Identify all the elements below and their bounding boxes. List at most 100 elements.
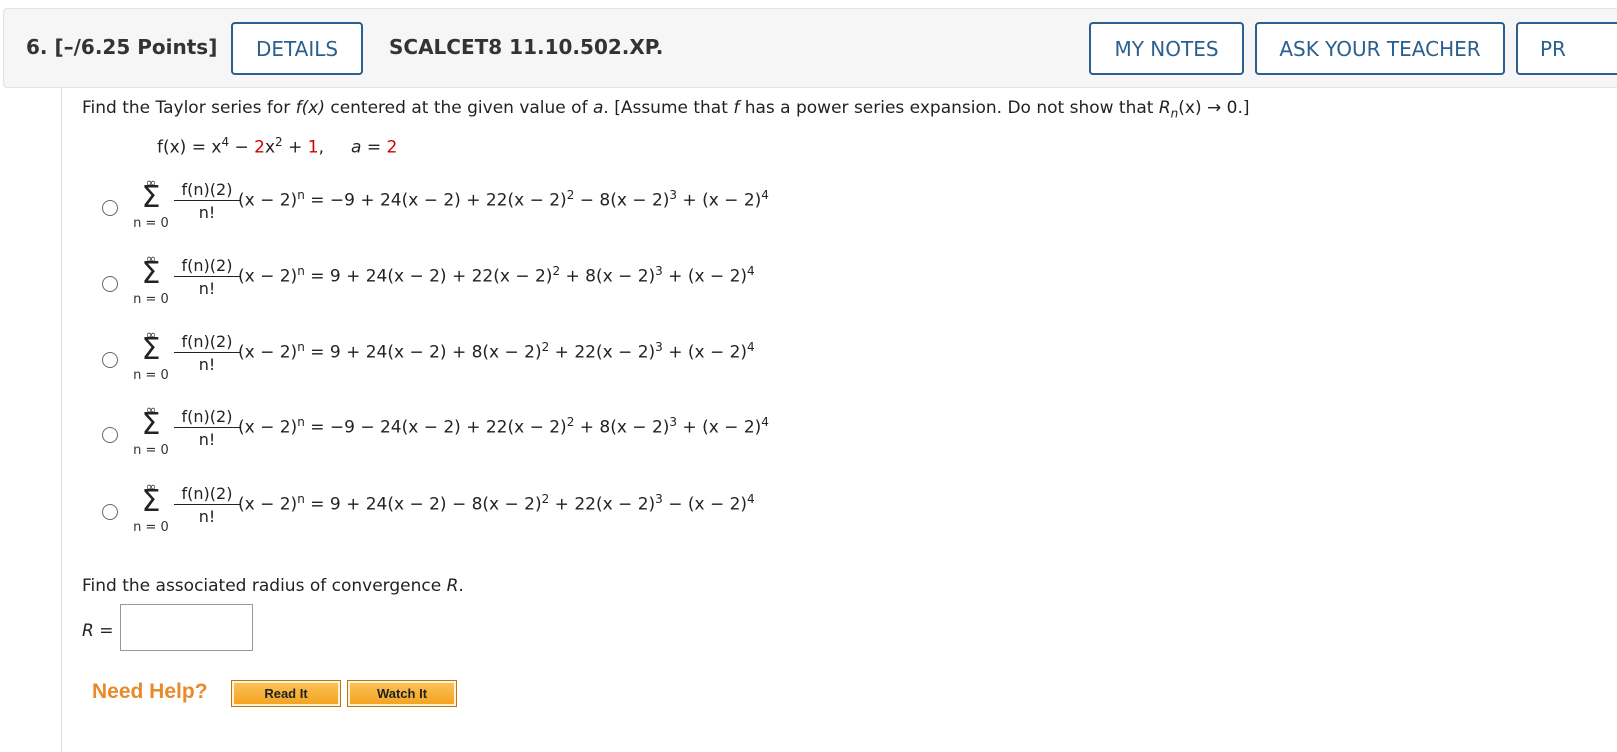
option-body: = 9 + 24(x − 2) − 8(x − 2) [304, 494, 542, 515]
series-exp: n [297, 340, 305, 354]
sum-lower: n = 0 [133, 520, 169, 535]
function-definition: f(x) = x4 − 2x2 + 1, a = 2 [157, 135, 397, 158]
summation-symbol: ∞ Σ n = 0 [128, 328, 174, 394]
function-op: − [229, 137, 255, 158]
fraction-numerator: f(n)(2) [174, 256, 240, 277]
option-exp: 3 [655, 264, 663, 278]
series-exp: n [297, 415, 305, 429]
read-it-button[interactable]: Read It [231, 680, 341, 707]
content-left-border [61, 88, 62, 752]
fraction: f(n)(2) n! [174, 256, 240, 298]
prompt-text: (x) → 0.] [1178, 98, 1250, 118]
my-notes-button[interactable]: MY NOTES [1089, 22, 1244, 75]
summation-symbol: ∞ Σ n = 0 [128, 480, 174, 546]
prompt-fx: f(x) [295, 98, 325, 118]
radio-button[interactable] [102, 200, 118, 216]
radius-label-R: R [82, 621, 94, 641]
series-term: (x − 2) [238, 190, 298, 211]
series-term: (x − 2) [238, 342, 298, 363]
sum-lower: n = 0 [133, 443, 169, 458]
summation-symbol: ∞ Σ n = 0 [128, 252, 174, 318]
fraction-denominator: n! [198, 203, 216, 222]
option-exp: 3 [669, 415, 678, 429]
fraction-denominator: n! [198, 355, 216, 374]
option-mid: + 8(x − 2) [560, 266, 656, 287]
sum-lower: n = 0 [133, 216, 169, 231]
radius-label: R = [82, 621, 113, 641]
option-exp: 4 [747, 492, 755, 506]
question-prompt: Find the Taylor series for f(x) centered… [82, 98, 1250, 120]
watch-it-button[interactable]: Watch It [347, 680, 457, 707]
prompt-a: a [592, 98, 604, 118]
series-term: (x − 2) [238, 494, 298, 515]
radius-question-text: Find the associated radius of convergenc… [82, 576, 447, 596]
series-exp: n [297, 264, 305, 278]
answer-option-5[interactable]: ∞ Σ n = 0 f(n)(2) n! (x − 2)n = 9 + 24(x… [102, 480, 862, 546]
option-end: + (x − 2) [662, 266, 748, 287]
fraction-denominator: n! [198, 507, 216, 526]
option-expression: (x − 2)n = 9 + 24(x − 2) + 22(x − 2)2 + … [238, 264, 755, 287]
sum-lower: n = 0 [133, 292, 169, 307]
option-expression: (x − 2)n = 9 + 24(x − 2) − 8(x − 2)2 + 2… [238, 492, 755, 515]
fraction: f(n)(2) n! [174, 332, 240, 374]
prompt-R: R [1158, 98, 1171, 118]
option-body: = −9 − 24(x − 2) + 22(x − 2) [304, 417, 567, 438]
option-expression: (x − 2)n = −9 + 24(x − 2) + 22(x − 2)2 −… [238, 188, 769, 211]
function-op: + [282, 137, 308, 158]
option-exp: 4 [761, 188, 769, 202]
fraction: f(n)(2) n! [174, 484, 240, 526]
option-mid: + 8(x − 2) [574, 417, 670, 438]
option-body: = −9 + 24(x − 2) + 22(x − 2) [304, 190, 567, 211]
fraction-numerator: f(n)(2) [174, 332, 240, 353]
option-mid: + 22(x − 2) [549, 342, 656, 363]
fraction: f(n)(2) n! [174, 407, 240, 449]
fraction-denominator: n! [198, 279, 216, 298]
radius-input[interactable] [120, 604, 253, 651]
answer-option-4[interactable]: ∞ Σ n = 0 f(n)(2) n! (x − 2)n = −9 − 24(… [102, 403, 862, 469]
series-exp: n [297, 492, 305, 506]
sigma-icon: Σ [141, 484, 161, 519]
radio-button[interactable] [102, 276, 118, 292]
option-mid: − 8(x − 2) [574, 190, 670, 211]
ask-teacher-button[interactable]: ASK YOUR TEACHER [1255, 22, 1505, 75]
option-exp: 3 [655, 340, 663, 354]
function-exp: 4 [221, 135, 230, 149]
fraction-denominator: n! [198, 430, 216, 449]
practice-button[interactable]: PR [1516, 22, 1617, 75]
option-body: = 9 + 24(x − 2) + 8(x − 2) [304, 342, 542, 363]
series-term: (x − 2) [238, 266, 298, 287]
details-button[interactable]: DETAILS [231, 22, 363, 75]
need-help-label: Need Help? [92, 680, 208, 703]
answer-option-3[interactable]: ∞ Σ n = 0 f(n)(2) n! (x − 2)n = 9 + 24(x… [102, 328, 862, 394]
option-end: + (x − 2) [677, 190, 762, 211]
sigma-icon: Σ [141, 180, 161, 215]
fraction-numerator: f(n)(2) [174, 407, 240, 428]
option-expression: (x − 2)n = −9 − 24(x − 2) + 22(x − 2)2 +… [238, 415, 769, 438]
option-expression: (x − 2)n = 9 + 24(x − 2) + 8(x − 2)2 + 2… [238, 340, 755, 363]
option-exp: 4 [747, 340, 755, 354]
sigma-icon: Σ [141, 332, 161, 367]
radio-button[interactable] [102, 427, 118, 443]
series-exp: n [297, 188, 305, 202]
option-exp: 4 [747, 264, 755, 278]
function-comma: , [318, 137, 324, 158]
answer-option-2[interactable]: ∞ Σ n = 0 f(n)(2) n! (x − 2)n = 9 + 24(x… [102, 252, 862, 318]
sigma-icon: Σ [141, 256, 161, 291]
function-var: x [264, 137, 276, 158]
option-end: + (x − 2) [662, 342, 748, 363]
series-term: (x − 2) [238, 417, 298, 438]
function-constant: 1 [307, 137, 319, 158]
sigma-icon: Σ [141, 407, 161, 442]
option-body: = 9 + 24(x − 2) + 22(x − 2) [304, 266, 553, 287]
radio-button[interactable] [102, 352, 118, 368]
function-lhs: f(x) = x [157, 137, 222, 158]
a-label: a = [351, 137, 387, 158]
prompt-text: has a power series expansion. Do not sho… [739, 98, 1159, 118]
question-number: 6. [–/6.25 Points] [26, 35, 218, 59]
option-mid: + 22(x − 2) [549, 494, 656, 515]
answer-option-1[interactable]: ∞ Σ n = 0 f(n)(2) n! (x − 2)n = −9 + 24(… [102, 176, 862, 242]
fraction-numerator: f(n)(2) [174, 180, 240, 201]
radius-label-eq: = [93, 621, 114, 641]
radio-button[interactable] [102, 504, 118, 520]
radius-question-period: . [458, 576, 464, 596]
